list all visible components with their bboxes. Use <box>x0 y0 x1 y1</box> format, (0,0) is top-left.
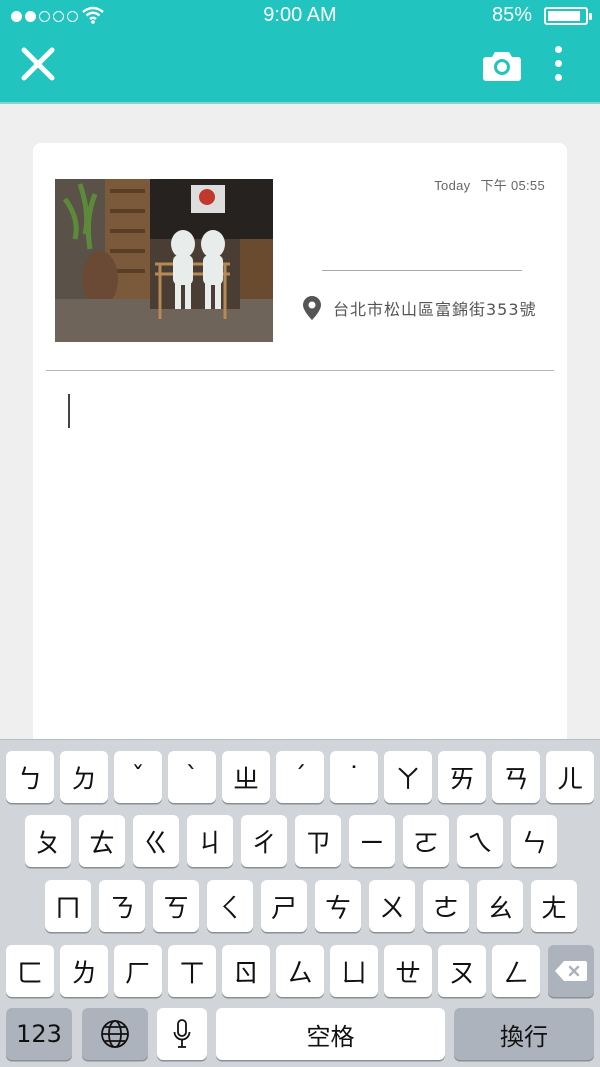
keyboard-key[interactable]: ㄜ <box>423 880 469 932</box>
keyboard-key[interactable]: ㄟ <box>457 815 503 867</box>
keyboard-key[interactable]: ㄕ <box>261 880 307 932</box>
keyboard-key[interactable]: ㄞ <box>438 751 486 803</box>
keyboard-key[interactable]: ˇ <box>114 751 162 803</box>
camera-icon <box>483 52 521 81</box>
keyboard-key[interactable]: ˙ <box>330 751 378 803</box>
keyboard-key[interactable]: ㄇ <box>45 880 91 932</box>
section-divider <box>46 370 554 371</box>
globe-key[interactable] <box>82 1008 148 1060</box>
location-divider <box>322 270 522 271</box>
keyboard-key[interactable]: ㄤ <box>531 880 577 932</box>
keyboard-key[interactable]: ㄏ <box>114 945 162 997</box>
entry-date: Today <box>434 178 471 193</box>
keyboard-key[interactable]: ㄣ <box>511 815 557 867</box>
keyboard-key[interactable]: ㄐ <box>187 815 233 867</box>
app-header: 9:00 AM 85% <box>0 0 600 104</box>
entry-timestamp: Today 下午 05:55 <box>434 175 545 194</box>
globe-icon <box>101 1020 129 1048</box>
keyboard-key[interactable]: ㄚ <box>384 751 432 803</box>
microphone-icon <box>173 1019 191 1048</box>
keyboard-key[interactable]: ㄓ <box>222 751 270 803</box>
keyboard-key[interactable]: ㄘ <box>315 880 361 932</box>
keyboard-key[interactable]: ㄥ <box>492 945 540 997</box>
keyboard-key[interactable]: ㄎ <box>153 880 199 932</box>
keyboard-key[interactable]: ㄗ <box>295 815 341 867</box>
close-button[interactable] <box>20 46 56 82</box>
keyboard-key[interactable]: ㄠ <box>477 880 523 932</box>
entry-time: 下午 05:55 <box>480 178 545 193</box>
text-input-cursor[interactable] <box>68 394 70 428</box>
keyboard-key[interactable]: ˋ <box>168 751 216 803</box>
more-menu-button[interactable] <box>548 46 568 84</box>
numbers-key-label: 123 <box>16 1020 62 1048</box>
entry-location[interactable]: 台北市松山區富錦街353號 <box>303 296 537 320</box>
keyboard-key[interactable]: ㄊ <box>79 815 125 867</box>
journal-entry-card: Today 下午 05:55 台北市松山區富錦街353號 <box>33 143 567 773</box>
keyboard-key[interactable]: ㄋ <box>99 880 145 932</box>
photo-image <box>55 179 273 342</box>
location-address: 台北市松山區富錦街353號 <box>333 300 537 319</box>
keyboard-key[interactable]: ㄉ <box>60 751 108 803</box>
keyboard-key[interactable]: ㄅ <box>6 751 54 803</box>
keyboard-key[interactable]: ㄧ <box>349 815 395 867</box>
keyboard-key[interactable]: ˊ <box>276 751 324 803</box>
keyboard-key[interactable]: ㄔ <box>241 815 287 867</box>
keyboard-key[interactable]: ㄖ <box>222 945 270 997</box>
return-key[interactable]: 換行 <box>454 1008 594 1060</box>
keyboard-key[interactable]: ㄦ <box>546 751 594 803</box>
keyboard-key[interactable]: ㄌ <box>60 945 108 997</box>
keyboard-key[interactable]: ㄈ <box>6 945 54 997</box>
more-vertical-icon <box>554 46 562 53</box>
battery-icon <box>544 7 592 25</box>
entry-photo[interactable] <box>55 179 273 342</box>
keyboard-key[interactable]: ㄩ <box>330 945 378 997</box>
keyboard-key[interactable]: ㄆ <box>25 815 71 867</box>
keyboard-key[interactable]: ㄛ <box>403 815 449 867</box>
bopomofo-keyboard: 123 空格 換行 ㄅㄉ ˇ ˋ ㄓ ˊ ˙ ㄚㄞㄢㄦㄆㄊㄍㄐㄔㄗㄧㄛㄟㄣㄇㄋㄎㄑㄕㄘㄨㄜㄠ… <box>0 739 600 1067</box>
microphone-key[interactable] <box>157 1008 207 1060</box>
space-key-label: 空格 <box>306 1022 355 1051</box>
battery-percentage: 85% <box>491 4 532 26</box>
return-key-label: 換行 <box>500 1022 548 1051</box>
camera-button[interactable] <box>482 48 522 82</box>
space-key[interactable]: 空格 <box>216 1008 445 1060</box>
backspace-key[interactable] <box>548 945 594 997</box>
keyboard-key[interactable]: ㄨ <box>369 880 415 932</box>
keyboard-key[interactable]: ㄢ <box>492 751 540 803</box>
keyboard-key[interactable]: ㄝ <box>384 945 432 997</box>
keyboard-key[interactable]: ㄑ <box>207 880 253 932</box>
keyboard-key[interactable]: ㄍ <box>133 815 179 867</box>
location-pin-icon <box>303 296 321 320</box>
numbers-key[interactable]: 123 <box>6 1008 72 1060</box>
keyboard-key[interactable]: ㄡ <box>438 945 486 997</box>
backspace-icon <box>555 961 587 981</box>
close-icon <box>21 47 55 81</box>
keyboard-key[interactable]: ㄒ <box>168 945 216 997</box>
keyboard-key[interactable]: ㄙ <box>276 945 324 997</box>
status-bar: 9:00 AM 85% <box>0 0 600 32</box>
